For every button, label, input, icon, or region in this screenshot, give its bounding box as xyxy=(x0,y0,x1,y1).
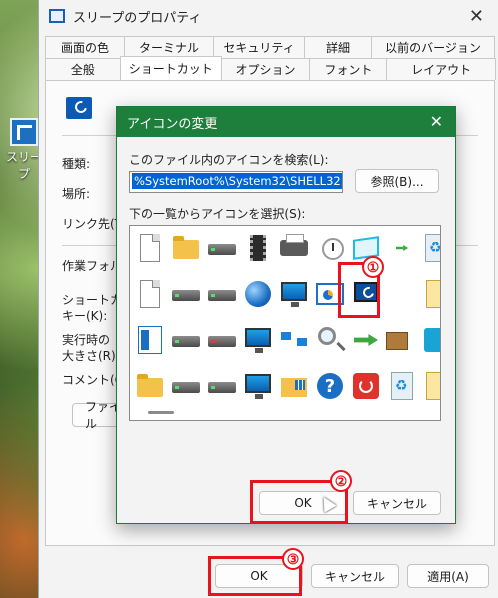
search-label: このファイル内のアイコンを検索(L): xyxy=(129,153,329,167)
clock-icon[interactable] xyxy=(314,232,346,264)
drive-icon[interactable] xyxy=(170,324,202,356)
shortcut-arrow-icon xyxy=(10,118,38,146)
drive-icon[interactable] xyxy=(170,370,202,402)
sleep-monitor-icon xyxy=(66,97,92,119)
network-globe-icon[interactable] xyxy=(278,278,310,310)
power-icon[interactable] xyxy=(350,370,382,402)
run-size-label-2: 大きさ(R): xyxy=(62,349,120,363)
path-value: %SystemRoot%\System32\SHELL32.dll xyxy=(132,173,342,189)
monitor-icon[interactable] xyxy=(242,370,274,402)
tab-strip: 画面の色 ターミナル セキュリティ 詳細 以前のバージョン 全般 ショートカット… xyxy=(45,36,496,80)
tab-security[interactable]: セキュリティ xyxy=(213,36,305,58)
horizontal-scrollbar[interactable] xyxy=(148,411,174,414)
recycle-bin-icon[interactable] xyxy=(420,232,440,264)
tab-previous-versions[interactable]: 以前のバージョン xyxy=(371,36,495,58)
tab-font[interactable]: フォント xyxy=(309,58,388,80)
folder-icon[interactable] xyxy=(170,232,202,264)
icon-file-path-input[interactable]: %SystemRoot%\System32\SHELL32.dll xyxy=(129,171,343,193)
network-computer-icon[interactable] xyxy=(242,324,274,356)
disconnected-drive-icon[interactable] xyxy=(206,324,238,356)
select-label: 下の一覧からアイコンを選択(S): xyxy=(129,207,306,221)
cd-drive-icon[interactable] xyxy=(206,370,238,402)
folder-icon[interactable] xyxy=(134,370,166,402)
properties-titlebar: スリープのプロパティ xyxy=(39,0,498,32)
window-title: スリープのプロパティ xyxy=(73,10,202,26)
step-3-badge: ③ xyxy=(282,548,304,570)
recycle-bin-icon[interactable] xyxy=(386,370,418,402)
dialog-cancel-button[interactable]: キャンセル xyxy=(353,491,441,515)
desktop-shortcut-label: スリープ xyxy=(5,150,42,181)
apply-button[interactable]: 適用(A) xyxy=(407,564,489,588)
type-label: 種類: xyxy=(62,157,91,171)
network-icon[interactable] xyxy=(278,324,310,356)
tab-row-1: 画面の色 ターミナル セキュリティ 詳細 以前のバージョン xyxy=(45,36,495,58)
removable-drive-icon[interactable] xyxy=(206,278,238,310)
text-document-icon[interactable] xyxy=(134,278,166,310)
search-icon[interactable] xyxy=(314,324,346,356)
monitor-icon xyxy=(49,9,65,23)
green-arrow-icon[interactable] xyxy=(350,324,382,356)
globe-icon[interactable] xyxy=(242,278,274,310)
step-1-badge: ① xyxy=(362,256,384,278)
panel-icon[interactable] xyxy=(134,324,166,356)
close-icon[interactable]: ✕ xyxy=(430,112,443,131)
shortcut-key-label-2: キー(K): xyxy=(62,309,108,323)
close-icon[interactable]: ✕ xyxy=(469,6,484,27)
box-icon[interactable] xyxy=(382,324,414,356)
tab-row-2: 全般 ショートカット オプション フォント レイアウト xyxy=(45,56,496,80)
change-icon-dialog: アイコンの変更 ✕ このファイル内のアイコンを検索(L): %SystemRoo… xyxy=(116,106,456,524)
step-2-badge: ② xyxy=(330,470,352,492)
tab-terminal[interactable]: ターミナル xyxy=(124,36,214,58)
document-icon[interactable] xyxy=(134,232,166,264)
printer-icon[interactable] xyxy=(278,232,310,264)
dialog-title: アイコンの変更 xyxy=(127,116,218,132)
chip-icon[interactable] xyxy=(242,232,274,264)
location-label: 場所: xyxy=(62,187,91,201)
arrow-icon[interactable] xyxy=(386,232,418,264)
tab-screen-color[interactable]: 画面の色 xyxy=(45,36,125,58)
run-size-label-1: 実行時の xyxy=(62,333,111,347)
tab-layout[interactable]: レイアウト xyxy=(386,58,496,80)
tab-options[interactable]: オプション xyxy=(220,58,311,80)
yellow-document-icon[interactable] xyxy=(420,278,440,310)
cancel-button[interactable]: キャンセル xyxy=(311,564,399,588)
yellow-document-icon[interactable] xyxy=(420,370,440,402)
grid-folder-icon[interactable] xyxy=(278,370,310,402)
tab-details[interactable]: 詳細 xyxy=(304,36,372,58)
icon-list[interactable]: ? xyxy=(129,225,441,421)
drive-icon[interactable] xyxy=(206,232,238,264)
drive-icon[interactable] xyxy=(170,278,202,310)
teal-square-icon[interactable] xyxy=(420,324,440,356)
browse-button[interactable]: 参照(B)... xyxy=(355,169,439,193)
dialog-titlebar: アイコンの変更 ✕ xyxy=(117,107,455,137)
help-icon[interactable]: ? xyxy=(314,370,346,402)
tab-general[interactable]: 全般 xyxy=(45,58,121,80)
tab-shortcut[interactable]: ショートカット xyxy=(119,56,222,80)
